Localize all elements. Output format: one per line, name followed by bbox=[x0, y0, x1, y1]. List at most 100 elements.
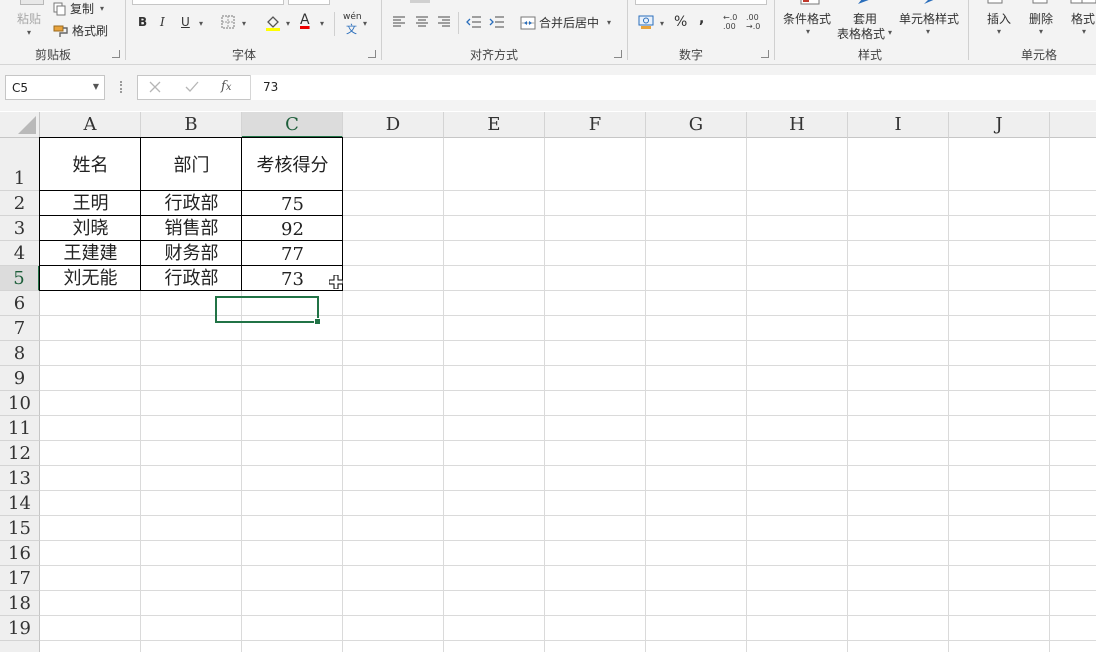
cell-c3[interactable]: 92 bbox=[242, 216, 343, 241]
row-header-18[interactable]: 18 bbox=[0, 591, 40, 616]
row-header-next[interactable] bbox=[0, 641, 40, 652]
font-color-button[interactable]: A bbox=[300, 12, 310, 28]
cell-a4[interactable]: 王建建 bbox=[40, 241, 141, 266]
format-cells-button[interactable]: 格式 bbox=[1071, 10, 1095, 27]
row-header-8[interactable]: 8 bbox=[0, 341, 40, 366]
selected-cell-outline[interactable] bbox=[215, 296, 319, 323]
cell-c1[interactable]: 考核得分 bbox=[242, 138, 343, 191]
bold-button[interactable]: B bbox=[138, 15, 147, 29]
accounting-format-icon[interactable] bbox=[638, 14, 656, 30]
row-header-19[interactable]: 19 bbox=[0, 616, 40, 641]
cell-a5[interactable]: 刘无能 bbox=[40, 266, 141, 291]
cancel-icon[interactable] bbox=[149, 81, 161, 93]
row-header-12[interactable]: 12 bbox=[0, 441, 40, 466]
delete-dropdown-icon[interactable]: ▾ bbox=[1039, 27, 1043, 36]
number-format-combo[interactable] bbox=[635, 0, 767, 5]
row-header-6[interactable]: 6 bbox=[0, 291, 40, 316]
align-left-icon[interactable] bbox=[392, 16, 406, 28]
cell-b5[interactable]: 行政部 bbox=[141, 266, 242, 291]
cell-b1[interactable]: 部门 bbox=[141, 138, 242, 191]
underline-dropdown-icon[interactable]: ▾ bbox=[199, 19, 203, 28]
phonetic-dropdown-icon[interactable]: ▾ bbox=[363, 19, 367, 28]
column-header-e[interactable]: E bbox=[444, 112, 545, 138]
row-header-15[interactable]: 15 bbox=[0, 516, 40, 541]
insert-button[interactable]: 插入 bbox=[987, 10, 1011, 27]
column-header-f[interactable]: F bbox=[545, 112, 646, 138]
cell-c2[interactable]: 75 bbox=[242, 191, 343, 216]
cell-c5[interactable]: 73 bbox=[242, 266, 343, 291]
alignment-launcher-icon[interactable] bbox=[614, 50, 622, 58]
format-as-table-dropdown-icon[interactable]: ▾ bbox=[888, 28, 892, 37]
row-header-2[interactable]: 2 bbox=[0, 191, 40, 216]
select-all-corner[interactable] bbox=[0, 112, 40, 138]
cell-b2[interactable]: 行政部 bbox=[141, 191, 242, 216]
format-painter-button[interactable]: 格式刷 bbox=[53, 22, 108, 39]
underline-button[interactable]: U bbox=[181, 15, 190, 29]
formula-bar-grip-icon[interactable] bbox=[120, 81, 125, 93]
row-header-10[interactable]: 10 bbox=[0, 391, 40, 416]
align-right-icon[interactable] bbox=[437, 16, 451, 28]
row-header-3[interactable]: 3 bbox=[0, 216, 40, 241]
cell-styles-button[interactable]: 单元格样式 bbox=[899, 10, 959, 27]
row-header-9[interactable]: 9 bbox=[0, 366, 40, 391]
font-launcher-icon[interactable] bbox=[368, 50, 376, 58]
column-header-j[interactable]: J bbox=[949, 112, 1050, 138]
name-box[interactable]: C5 ▼ bbox=[5, 75, 105, 100]
column-header-c[interactable]: C bbox=[242, 112, 343, 138]
font-color-dropdown-icon[interactable]: ▾ bbox=[320, 19, 324, 28]
accounting-dropdown-icon[interactable]: ▾ bbox=[660, 19, 664, 28]
fill-color-dropdown-icon[interactable]: ▾ bbox=[286, 19, 290, 28]
row-header-13[interactable]: 13 bbox=[0, 466, 40, 491]
decrease-indent-icon[interactable] bbox=[466, 15, 482, 29]
row-header-1[interactable]: 1 bbox=[0, 138, 40, 191]
conditional-format-dropdown-icon[interactable]: ▾ bbox=[806, 27, 810, 36]
increase-decimal-button[interactable]: ←.0 .00 bbox=[723, 13, 741, 31]
column-header-b[interactable]: B bbox=[141, 112, 242, 138]
formula-input[interactable]: 73 bbox=[250, 75, 1096, 100]
insert-function-icon[interactable]: fx bbox=[221, 79, 231, 94]
clipboard-launcher-icon[interactable] bbox=[112, 50, 120, 58]
format-cells-dropdown-icon[interactable]: ▾ bbox=[1082, 27, 1086, 36]
font-size-combo[interactable] bbox=[288, 0, 330, 5]
increase-indent-icon[interactable] bbox=[489, 15, 505, 29]
border-dropdown-icon[interactable]: ▾ bbox=[242, 19, 246, 28]
cell-styles-dropdown-icon[interactable]: ▾ bbox=[926, 27, 930, 36]
insert-dropdown-icon[interactable]: ▾ bbox=[997, 27, 1001, 36]
border-icon[interactable] bbox=[221, 15, 235, 29]
row-header-7[interactable]: 7 bbox=[0, 316, 40, 341]
cell-a1[interactable]: 姓名 bbox=[40, 138, 141, 191]
fill-color-icon[interactable] bbox=[264, 13, 282, 31]
row-header-16[interactable]: 16 bbox=[0, 541, 40, 566]
fill-handle[interactable] bbox=[314, 318, 321, 325]
column-header-g[interactable]: G bbox=[646, 112, 747, 138]
font-name-combo[interactable] bbox=[132, 0, 284, 5]
italic-button[interactable]: I bbox=[160, 15, 165, 29]
column-header-a[interactable]: A bbox=[40, 112, 141, 138]
cell-b4[interactable]: 财务部 bbox=[141, 241, 242, 266]
worksheet-grid[interactable]: ABCDEFGHIJ 1 2 3 4 5 6 7 8 9 10 11 12 13 14 15 16 17 18 19… bbox=[0, 112, 1096, 652]
conditional-format-button[interactable]: 条件格式 bbox=[783, 10, 831, 27]
column-header-next[interactable] bbox=[1050, 112, 1096, 138]
row-header-14[interactable]: 14 bbox=[0, 491, 40, 516]
enter-icon[interactable] bbox=[185, 81, 199, 93]
number-launcher-icon[interactable] bbox=[761, 50, 769, 58]
cell-b3[interactable]: 销售部 bbox=[141, 216, 242, 241]
cell-c4[interactable]: 77 bbox=[242, 241, 343, 266]
percent-button[interactable]: % bbox=[674, 14, 687, 30]
copy-button[interactable]: 复制 ▾ bbox=[53, 0, 104, 17]
column-header-i[interactable]: I bbox=[848, 112, 949, 138]
row-header-11[interactable]: 11 bbox=[0, 416, 40, 441]
paste-button[interactable]: 粘贴 bbox=[17, 10, 41, 27]
decrease-decimal-button[interactable]: .00 →.0 bbox=[746, 13, 764, 31]
cell-a2[interactable]: 王明 bbox=[40, 191, 141, 216]
align-center-icon[interactable] bbox=[415, 16, 429, 28]
column-header-d[interactable]: D bbox=[343, 112, 444, 138]
row-header-4[interactable]: 4 bbox=[0, 241, 40, 266]
name-box-dropdown-icon[interactable]: ▼ bbox=[93, 82, 99, 91]
cell-a3[interactable]: 刘晓 bbox=[40, 216, 141, 241]
delete-button[interactable]: 删除 bbox=[1029, 10, 1053, 27]
row-header-5[interactable]: 5 bbox=[0, 266, 40, 291]
merge-center-button[interactable]: 合并后居中 ▾ bbox=[520, 14, 611, 31]
comma-button[interactable]: , bbox=[699, 11, 704, 27]
column-header-h[interactable]: H bbox=[747, 112, 848, 138]
